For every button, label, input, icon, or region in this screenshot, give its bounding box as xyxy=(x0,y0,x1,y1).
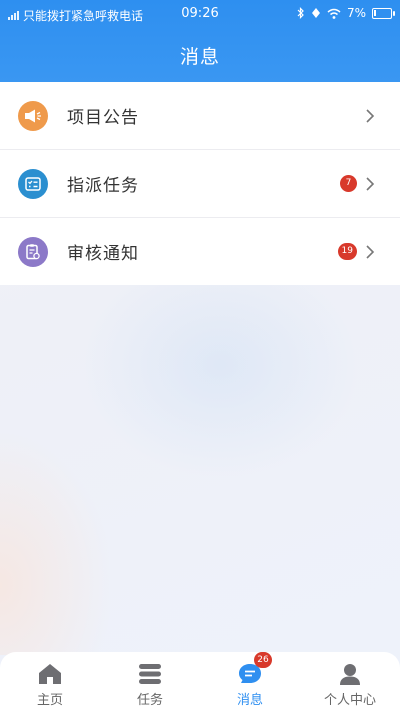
user-icon xyxy=(337,662,363,686)
announcement-icon xyxy=(18,100,48,131)
battery-icon xyxy=(372,7,395,19)
message-row-review-notices[interactable]: 审核通知 19 xyxy=(0,218,400,285)
bottom-tab-bar: 主页 任务 26 消息 个人中心 xyxy=(0,652,400,711)
background-tint xyxy=(0,285,400,655)
status-right: 7% xyxy=(297,6,395,20)
page-title: 消息 xyxy=(179,46,220,68)
message-row-announcements[interactable]: 项目公告 xyxy=(0,82,400,150)
chevron-right-icon xyxy=(366,108,375,123)
message-row-assigned-tasks[interactable]: 指派任务 7 xyxy=(0,150,400,218)
tab-tasks[interactable]: 任务 xyxy=(100,652,200,711)
row-label: 审核通知 xyxy=(67,244,139,264)
home-icon xyxy=(37,662,63,686)
header: 只能拨打紧急呼救电话 09:26 7% 消息 xyxy=(0,0,400,82)
message-category-list: 项目公告 指派任务 7 审核通知 19 xyxy=(0,82,400,285)
alarm-icon xyxy=(311,8,320,18)
tab-profile[interactable]: 个人中心 xyxy=(300,652,400,711)
wifi-icon xyxy=(327,8,341,19)
unread-badge: 19 xyxy=(337,243,357,260)
chevron-right-icon xyxy=(366,244,375,259)
task-list-icon xyxy=(18,168,48,199)
unread-badge: 7 xyxy=(340,175,357,192)
tab-label: 主页 xyxy=(36,693,63,708)
review-icon xyxy=(18,236,48,267)
tab-label: 任务 xyxy=(136,693,163,708)
row-label: 指派任务 xyxy=(67,176,139,196)
tab-unread-badge: 26 xyxy=(254,652,272,668)
chevron-right-icon xyxy=(366,176,375,191)
row-label: 项目公告 xyxy=(67,108,139,128)
tab-label: 个人中心 xyxy=(323,693,376,708)
tab-home[interactable]: 主页 xyxy=(0,652,100,711)
tab-label: 消息 xyxy=(236,693,263,708)
bluetooth-icon xyxy=(297,7,304,19)
battery-percent: 7% xyxy=(346,6,366,20)
tab-messages[interactable]: 26 消息 xyxy=(200,652,300,711)
status-bar: 只能拨打紧急呼救电话 09:26 7% xyxy=(0,0,400,28)
task-icon xyxy=(137,662,163,686)
